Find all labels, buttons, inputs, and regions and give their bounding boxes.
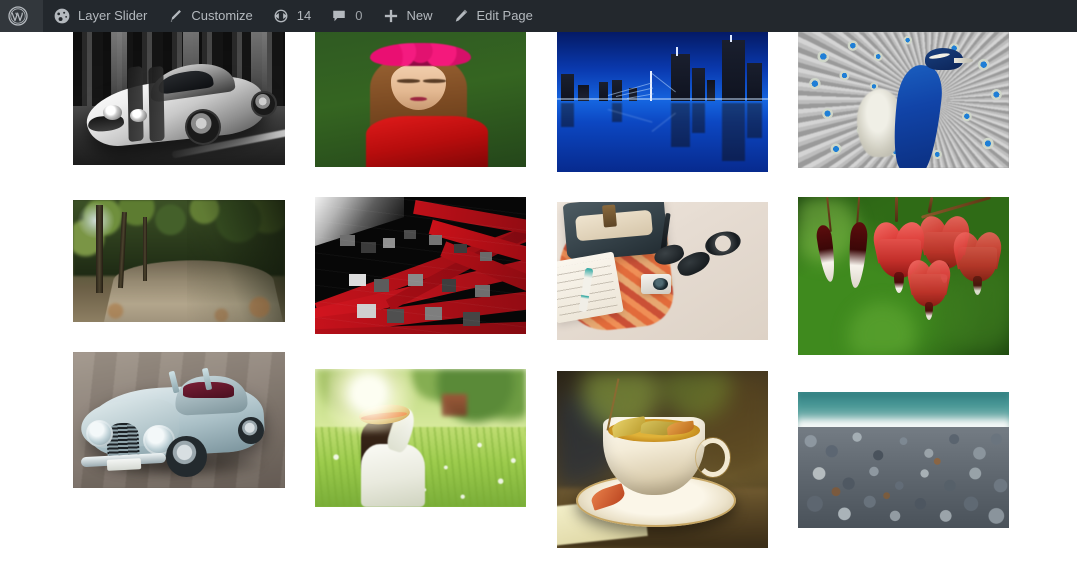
vintage-car-photo	[73, 352, 285, 488]
gallery-item-meadow-woman[interactable]	[315, 369, 526, 507]
customize-label: Customize	[191, 8, 253, 23]
new-content-label: New	[406, 8, 433, 23]
gallery-item-sports-car[interactable]	[73, 32, 285, 165]
gallery-item-rose-crown[interactable]	[315, 32, 526, 167]
bleeding-heart-photo	[798, 197, 1009, 355]
paintbrush-icon	[165, 6, 185, 26]
new-content-menu[interactable]: New	[372, 0, 442, 32]
gallery-item-peacock[interactable]	[798, 32, 1009, 168]
updates-count: 14	[296, 8, 312, 23]
comments-menu[interactable]: 0	[320, 0, 371, 32]
edit-page-menu[interactable]: Edit Page	[442, 0, 542, 32]
gallery-item-forest-road[interactable]	[73, 200, 285, 322]
travel-flatlay-photo	[557, 202, 768, 340]
gallery-item-red-building[interactable]	[315, 197, 526, 334]
gallery-item-teacup[interactable]	[557, 371, 768, 548]
pebble-beach-photo	[798, 392, 1009, 528]
peacock-photo	[798, 32, 1009, 168]
comments-count: 0	[355, 8, 363, 23]
gallery-item-pebble-beach[interactable]	[798, 392, 1009, 528]
pencil-icon	[451, 6, 471, 26]
gallery-item-city-skyline[interactable]	[557, 32, 768, 172]
teacup-photo	[557, 371, 768, 548]
wp-admin-bar: Layer Slider Customize 14 0 New Edit Pag…	[0, 0, 1077, 32]
red-building-photo	[315, 197, 526, 334]
edit-page-label: Edit Page	[476, 8, 533, 23]
gallery-item-travel-flatlay[interactable]	[557, 202, 768, 340]
wordpress-logo-button[interactable]	[0, 0, 43, 32]
wordpress-logo-icon	[8, 6, 28, 26]
gallery-item-vintage-car[interactable]	[73, 352, 285, 488]
rose-crown-photo	[315, 32, 526, 167]
updates-menu[interactable]: 14	[262, 0, 320, 32]
forest-road-photo	[73, 200, 285, 322]
layer-slider-menu[interactable]: Layer Slider	[43, 0, 156, 32]
gallery-item-bleeding-heart[interactable]	[798, 197, 1009, 355]
sports-car-photo	[73, 32, 285, 165]
plus-icon	[381, 6, 401, 26]
dashboard-gauge-icon	[52, 6, 72, 26]
city-skyline-photo	[557, 32, 768, 172]
layer-slider-label: Layer Slider	[78, 8, 148, 23]
photo-gallery	[0, 32, 1077, 570]
update-arrows-icon	[271, 6, 291, 26]
customize-menu[interactable]: Customize	[156, 0, 261, 32]
meadow-woman-photo	[315, 369, 526, 507]
comment-bubble-icon	[329, 6, 349, 26]
